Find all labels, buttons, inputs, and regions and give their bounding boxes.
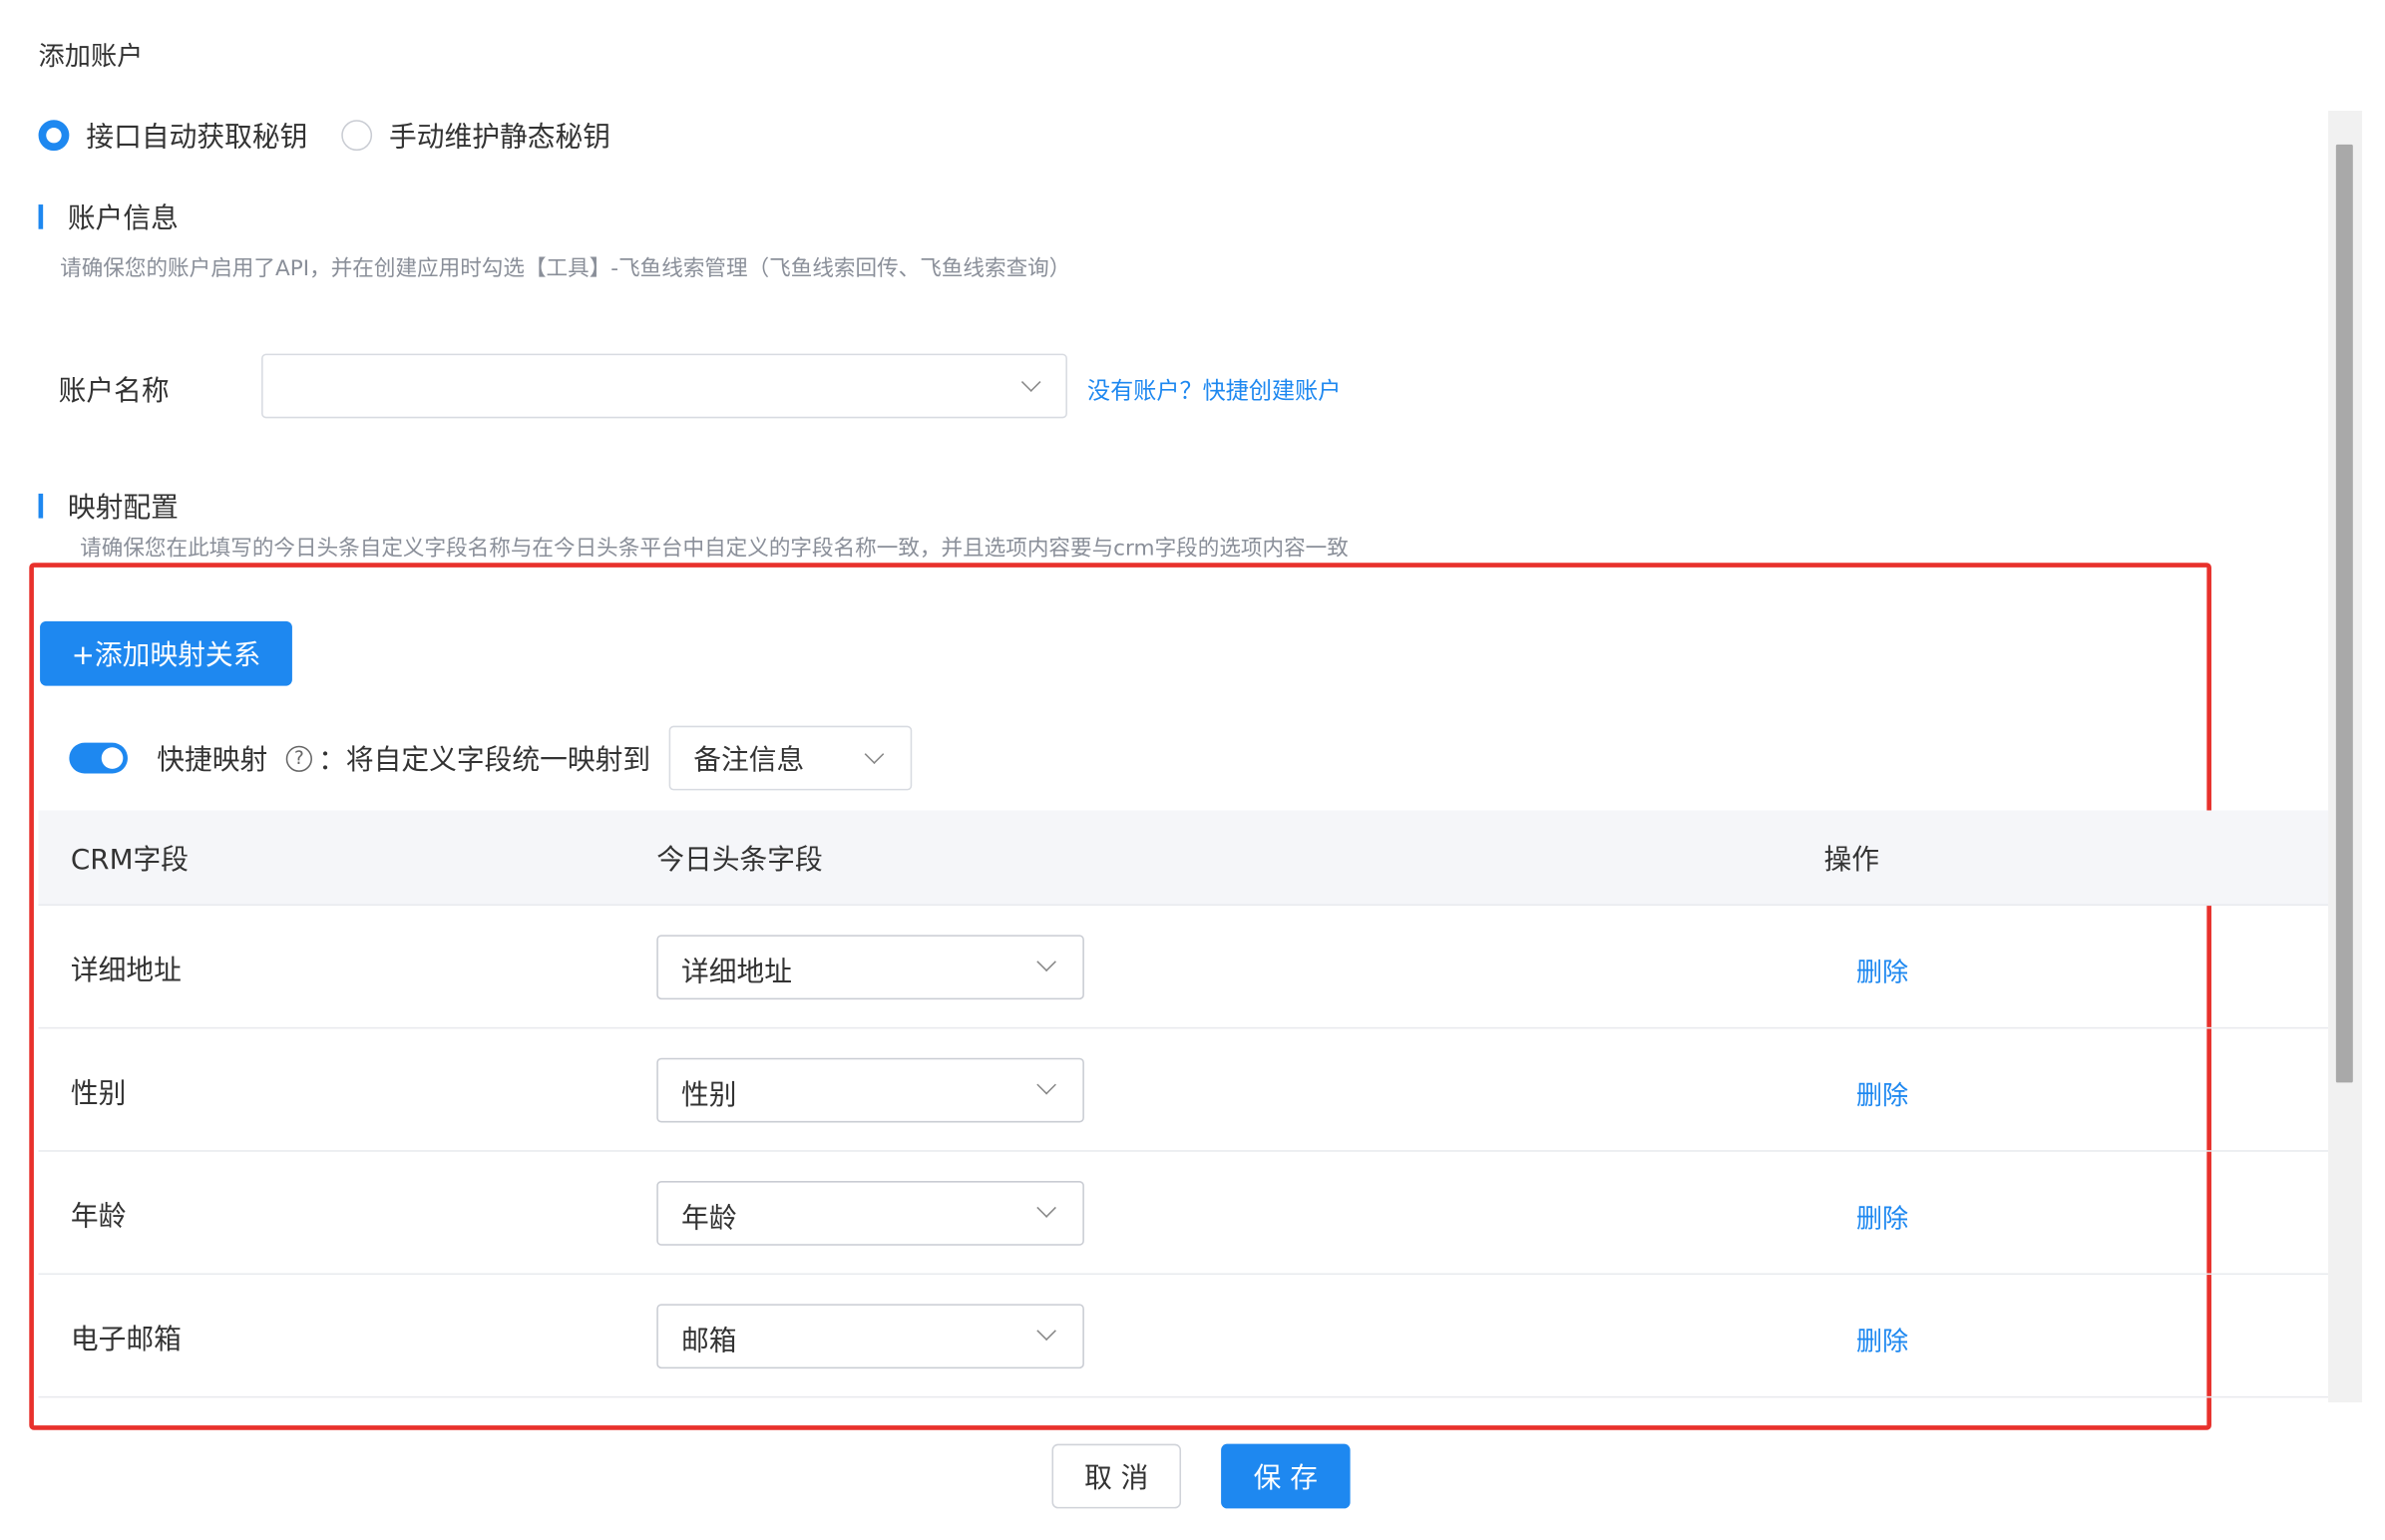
toutiao-field-value: 邮箱 [680,1325,737,1358]
toutiao-field-value: 性别 [680,1079,737,1112]
chevron-down-icon [1036,952,1056,972]
delete-link[interactable]: 删除 [1856,1196,1908,1235]
cancel-button[interactable]: 取 消 [1051,1443,1182,1509]
quick-map-label: 快捷映射 [157,744,268,777]
mapping-section-tip: 请确保您在此填写的今日头条自定义字段名称与在今日头条平台中自定义的字段名称一致，… [80,537,1349,562]
quick-map-switch[interactable] [69,742,128,774]
account-section-title: 账户信息 [38,196,179,236]
create-account-link[interactable]: 没有账户？快捷创建账户 [1087,374,1341,406]
toutiao-field-select[interactable]: 年龄 [656,1181,1084,1246]
toutiao-field-select[interactable]: 邮箱 [656,1304,1084,1369]
toutiao-field-select[interactable]: 详细地址 [656,935,1084,1000]
radio-checked-icon [38,120,70,152]
delete-link[interactable]: 删除 [1856,1073,1908,1112]
table-row: 年龄 年龄 删除 [38,1152,2329,1276]
radio-auto-key-label: 接口自动获取秘钥 [86,121,308,155]
radio-static-key-label: 手动维护静态秘钥 [389,121,611,155]
chevron-down-icon [1020,372,1041,392]
switch-knob [101,747,124,769]
quick-map-desc: ：将自定义字段统一映射到 [318,744,651,777]
mapping-section-title-text: 映射配置 [67,492,179,525]
account-section-title-text: 账户信息 [67,202,179,235]
add-mapping-button[interactable]: +添加映射关系 [40,620,292,686]
radio-static-key[interactable]: 手动维护静态秘钥 [341,116,610,156]
account-section-tip: 请确保您的账户启用了API，并在创建应用时勾选【工具】-飞鱼线索管理（飞鱼线索回… [60,256,1071,282]
delete-link[interactable]: 删除 [1856,951,1908,988]
crm-field: 性别 [70,1077,127,1111]
section-bar [38,204,44,229]
add-account-dialog: 添加账户 接口自动获取秘钥 手动维护静态秘钥 账户信息 请确保您的账户启用了AP… [0,0,2385,1539]
toutiao-field-select[interactable]: 性别 [656,1057,1084,1123]
crm-field: 详细地址 [70,955,182,987]
quick-map-row: 快捷映射 ? ：将自定义字段统一映射到 备注信息 [69,725,913,791]
delete-link[interactable]: 删除 [1856,1320,1908,1357]
chevron-down-icon [1036,1074,1056,1095]
quick-map-target-select[interactable]: 备注信息 [668,725,913,791]
crm-field: 电子邮箱 [70,1324,182,1356]
account-name-label: 账户名称 [58,375,170,408]
quick-map-target-value: 备注信息 [693,744,805,777]
table-row: 性别 性别 删除 [38,1028,2329,1152]
radio-unchecked-icon [341,120,373,152]
toutiao-field-value: 详细地址 [680,956,792,989]
table-header: CRM字段 今日头条字段 操作 [38,810,2329,907]
section-bar [38,493,44,519]
auth-mode-radio-group: 接口自动获取秘钥 手动维护静态秘钥 [38,116,644,156]
chevron-down-icon [1036,1198,1056,1218]
scrollbar-thumb[interactable] [2335,144,2353,1083]
mapping-section-title: 映射配置 [38,486,179,526]
help-icon[interactable]: ? [285,744,312,772]
table-row: 电子邮箱 邮箱 删除 [38,1275,2329,1398]
mapping-table: CRM字段 今日头条字段 操作 详细地址 详细地址 删除 性别 性别 删除 年龄… [38,810,2329,1398]
header-crm: CRM字段 [70,843,190,876]
radio-auto-key[interactable]: 接口自动获取秘钥 [38,116,308,156]
table-row: 详细地址 详细地址 删除 [38,906,2329,1029]
save-button[interactable]: 保 存 [1221,1443,1351,1509]
chevron-down-icon [864,744,885,765]
dialog-title: 添加账户 [38,41,144,73]
header-toutiao: 今日头条字段 [656,843,823,876]
chevron-down-icon [1036,1321,1056,1342]
toutiao-field-value: 年龄 [680,1202,737,1235]
account-name-select[interactable] [261,353,1067,419]
header-action: 操作 [1823,843,1879,876]
vertical-scrollbar[interactable] [2328,111,2363,1403]
crm-field: 年龄 [70,1201,127,1234]
